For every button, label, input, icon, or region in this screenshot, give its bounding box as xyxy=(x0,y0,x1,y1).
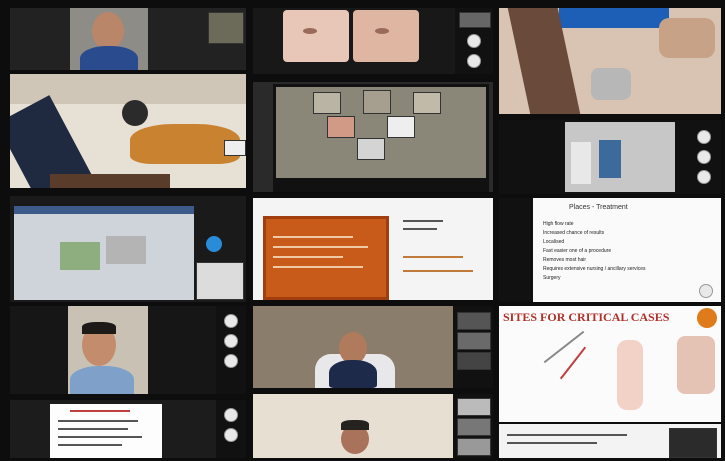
self-view-thumbnail[interactable] xyxy=(208,12,244,44)
video-tile-2 xyxy=(253,8,493,74)
video-tile-5 xyxy=(253,82,493,192)
slide-title: Places - Treatment xyxy=(569,204,628,211)
share-screen-icon[interactable] xyxy=(206,236,222,252)
participant-strip xyxy=(687,120,721,194)
video-tile-1 xyxy=(10,8,246,70)
participant-face xyxy=(92,12,124,50)
participant-avatar-icon[interactable] xyxy=(224,354,238,368)
participant-avatar-icon[interactable] xyxy=(699,284,713,298)
video-tile-8 xyxy=(253,198,493,300)
participant-avatar-icon[interactable] xyxy=(467,54,481,68)
participant-body xyxy=(70,366,134,394)
participant-thumbnail[interactable] xyxy=(196,262,244,300)
slide-bullet: Surgery xyxy=(543,275,561,281)
participant-strip xyxy=(216,306,246,394)
video-tile-13 xyxy=(10,400,246,458)
video-tile-14 xyxy=(253,394,493,458)
participant-avatar-icon[interactable] xyxy=(224,428,238,442)
video-tile-9: Places - Treatment High flow rate Increa… xyxy=(499,198,721,302)
video-tile-6 xyxy=(499,120,721,194)
video-tile-12: SITES FOR CRITICAL CASES xyxy=(499,306,721,422)
slide-bullet: Localised xyxy=(543,239,565,245)
self-view-thumbnail[interactable] xyxy=(224,140,246,156)
slide-bullet: Requires extensive nursing / ancillary s… xyxy=(543,266,646,272)
video-tile-15 xyxy=(499,424,721,458)
participant-strip xyxy=(455,8,493,74)
participant-avatar-icon[interactable] xyxy=(224,408,238,422)
slide-heading: SITES FOR CRITICAL CASES xyxy=(503,310,670,324)
participant-strip xyxy=(453,306,493,388)
participant-strip xyxy=(216,400,246,458)
video-tile-3 xyxy=(499,8,721,114)
slide-bullet: High flow rate xyxy=(543,221,574,227)
video-tile-10 xyxy=(10,306,246,394)
slide-bullet: Removes most hair xyxy=(543,257,587,263)
participant-avatar-icon[interactable] xyxy=(697,150,711,164)
participant-avatar-icon[interactable] xyxy=(697,130,711,144)
participant-avatar-icon[interactable] xyxy=(224,334,238,348)
participant-body xyxy=(80,46,138,70)
slide-bullet: Fast easier one of a procedure xyxy=(543,248,612,254)
participant-strip xyxy=(453,394,493,458)
participant-avatar-icon[interactable] xyxy=(224,314,238,328)
video-tile-4 xyxy=(10,74,246,188)
participant-avatar-icon[interactable] xyxy=(697,170,711,184)
video-tile-7 xyxy=(10,196,246,302)
slide-bullet: Increased chance of results xyxy=(543,230,605,236)
video-tile-11-main xyxy=(253,306,493,388)
participant-thumbnail[interactable] xyxy=(669,428,717,458)
participant-avatar-icon[interactable] xyxy=(467,34,481,48)
participant-body xyxy=(329,360,377,388)
